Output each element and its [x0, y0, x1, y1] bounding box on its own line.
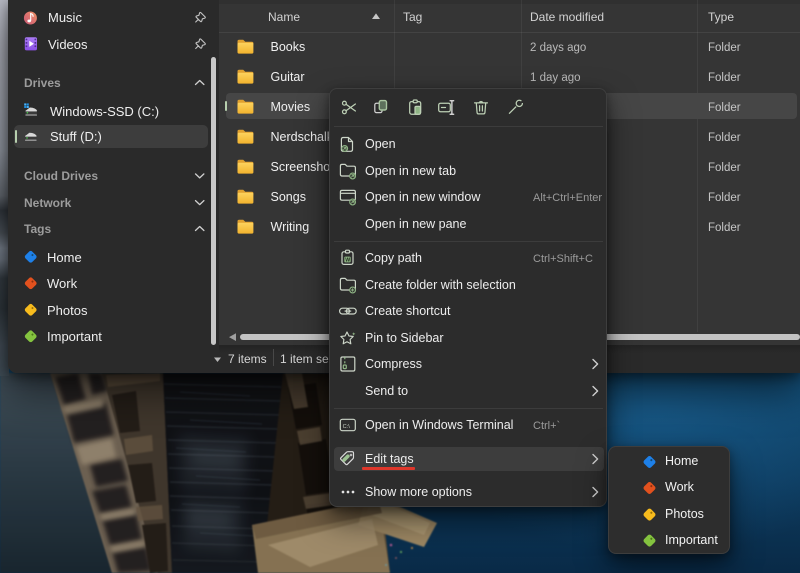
svg-text:C:\: C:\	[343, 424, 351, 430]
svg-text:W: W	[345, 257, 350, 263]
